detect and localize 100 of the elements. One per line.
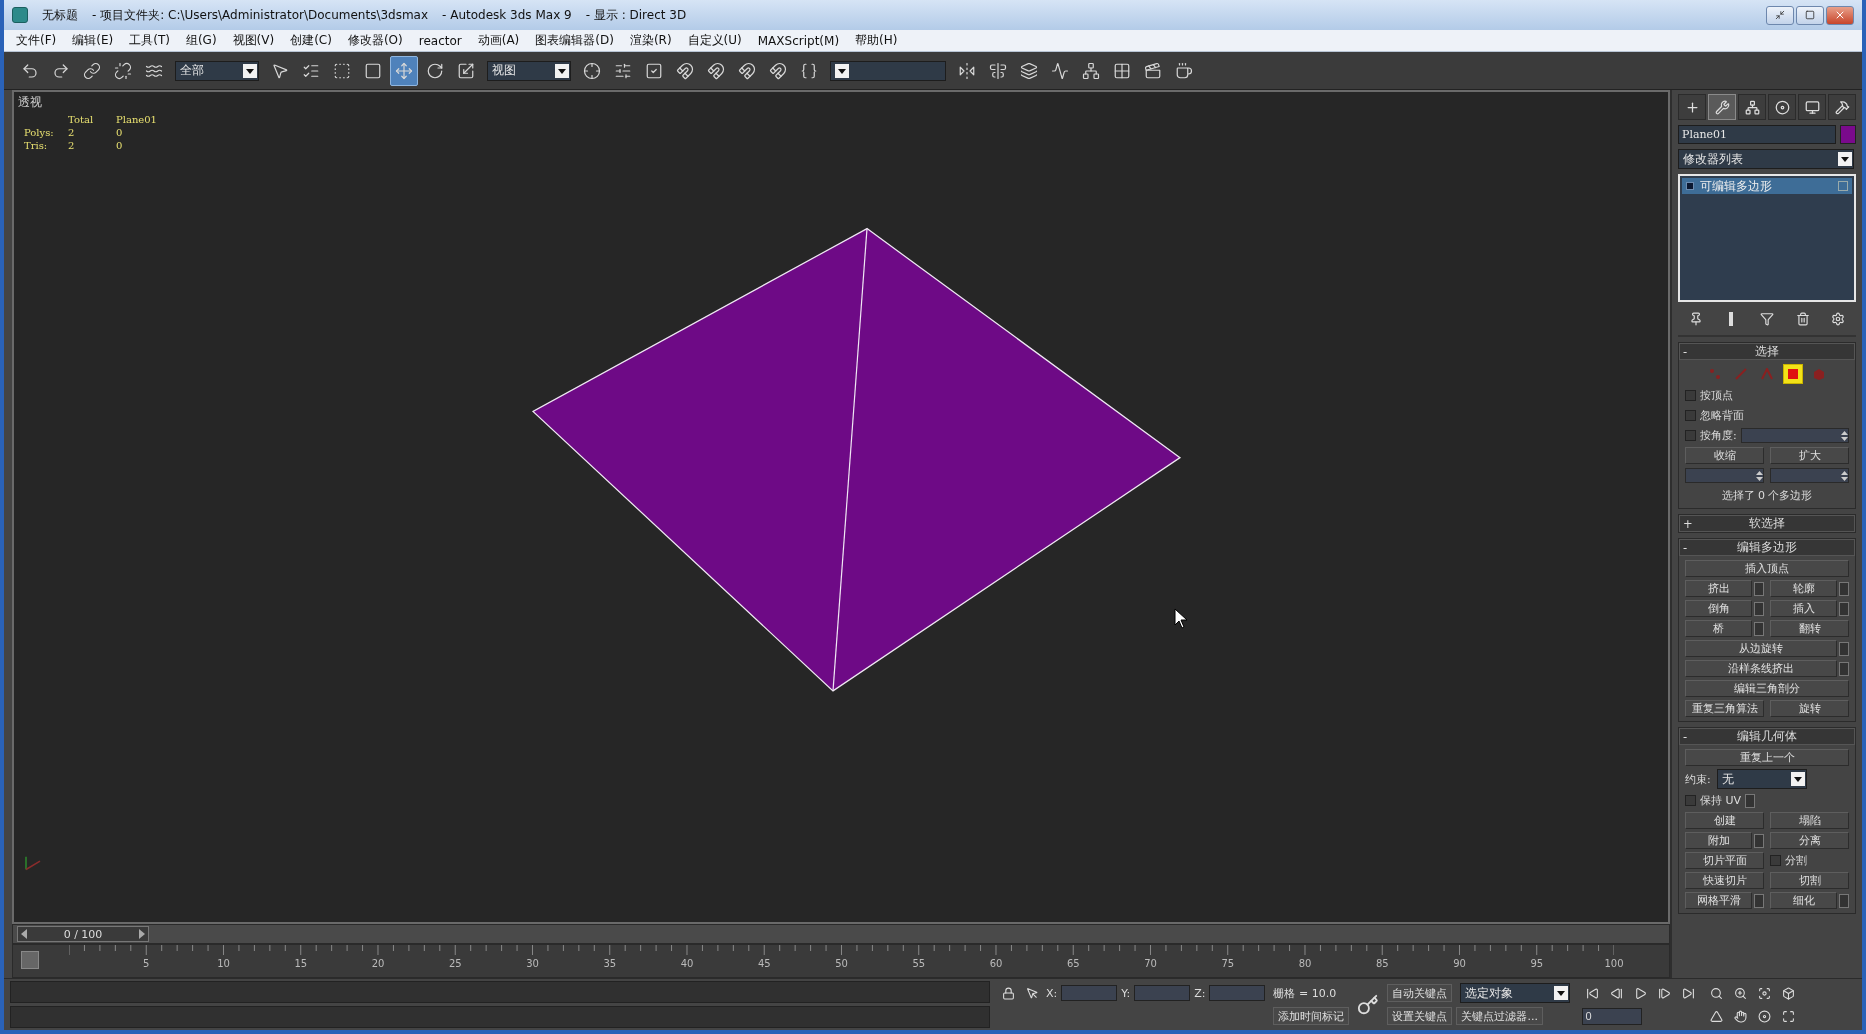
panel-button[interactable]: 轮廓 [1770, 580, 1837, 597]
settings-button[interactable] [1839, 661, 1849, 676]
viewport-label[interactable]: 透视 [18, 94, 42, 111]
spinner-field[interactable] [1685, 468, 1764, 483]
set-key-button[interactable]: 设置关键点 [1387, 1007, 1453, 1025]
checkbox[interactable] [1685, 795, 1696, 806]
menu-item[interactable]: 自定义(U) [687, 32, 742, 49]
panel-button[interactable]: 收缩 [1685, 447, 1764, 464]
toolbar-dropdown[interactable] [830, 60, 946, 81]
maximize-icon [1781, 1009, 1795, 1023]
menu-item[interactable]: 动画(A) [477, 32, 520, 49]
menu-item[interactable]: 文件(F) [16, 32, 57, 49]
menu-item[interactable]: 创建(C) [290, 32, 332, 49]
settings-button[interactable] [1839, 893, 1849, 908]
menu-item[interactable]: 帮助(H) [855, 32, 898, 49]
checkbox[interactable] [1685, 410, 1696, 421]
object-name-field[interactable]: Plane01 [1678, 125, 1836, 144]
perspective-viewport[interactable]: 透视 Total Plane01 Polys: 2 0 Tris: 2 0 [12, 90, 1670, 924]
prompt-field[interactable] [10, 1006, 990, 1028]
panel-button[interactable]: 重复三角算法 [1685, 700, 1764, 717]
rollout-header[interactable]: - 编辑几何体 [1679, 728, 1855, 745]
panel-button[interactable]: 快速切片 [1685, 872, 1764, 889]
menu-item[interactable]: 图表编辑器(D) [535, 32, 614, 49]
panel-button[interactable]: 创建 [1685, 812, 1764, 829]
panel-button[interactable]: 编辑三角剖分 [1685, 680, 1849, 697]
polygon-level-button[interactable] [1783, 364, 1803, 384]
stack-item[interactable]: 可编辑多边形 [1682, 178, 1852, 194]
checkbox[interactable] [1770, 855, 1781, 866]
panel-button[interactable]: 分离 [1770, 832, 1849, 849]
settings-button[interactable] [1839, 581, 1849, 596]
panel-button[interactable]: 附加 [1685, 832, 1752, 849]
toolbar-dropdown[interactable]: 全部 [175, 60, 259, 81]
rollout-header[interactable]: + 软选择 [1679, 515, 1855, 532]
coordinate-field[interactable] [1209, 985, 1266, 1001]
panel-button[interactable]: 挤出 [1685, 580, 1752, 597]
spinner-field[interactable] [1770, 468, 1849, 483]
coordinate-field[interactable] [1061, 985, 1118, 1001]
panel-button[interactable]: 细化 [1770, 892, 1837, 909]
move-button[interactable] [390, 55, 418, 86]
close-button[interactable] [1826, 5, 1854, 25]
coordinate-field[interactable] [1134, 985, 1191, 1001]
panel-button[interactable]: 切割 [1770, 872, 1849, 889]
display-tab[interactable] [1798, 94, 1826, 120]
modifier-list-dropdown[interactable]: 修改器列表 [1678, 149, 1854, 169]
curve-icon [1051, 61, 1069, 80]
settings-button[interactable] [1745, 793, 1756, 808]
clapperboard-icon [1144, 61, 1162, 80]
mirror-icon [958, 61, 976, 80]
panel-button[interactable]: 插入 [1770, 600, 1837, 617]
time-slider-thumb[interactable]: 0 / 100 [17, 926, 149, 942]
motion-tab[interactable] [1768, 94, 1796, 120]
key-mode-dropdown[interactable]: 选定对象 [1460, 983, 1571, 1003]
key-filters-button[interactable]: 关键点过滤器... [1456, 1007, 1543, 1025]
spinner-field[interactable] [1740, 428, 1849, 443]
menu-item[interactable]: MAXScript(M) [757, 33, 840, 48]
checkbox[interactable] [1685, 390, 1696, 401]
maximize-button[interactable] [1796, 5, 1824, 25]
menu-item[interactable]: 视图(V) [232, 32, 275, 49]
menu-item[interactable]: 组(G) [185, 32, 217, 49]
toolbar-dropdown[interactable]: 视图 [487, 60, 571, 81]
panel-button[interactable]: 旋转 [1770, 700, 1849, 717]
rollout-header[interactable]: - 编辑多边形 [1679, 539, 1855, 556]
checkbox[interactable] [1685, 430, 1696, 441]
panel-button[interactable]: 重复上一个 [1685, 749, 1849, 766]
minimize-button[interactable] [1766, 5, 1794, 25]
create-tab[interactable] [1678, 94, 1706, 120]
menu-item[interactable]: 渲染(R) [629, 32, 672, 49]
frame-field[interactable]: 0 [1582, 1007, 1643, 1025]
panel-button[interactable]: 从边旋转 [1685, 640, 1837, 657]
settings-button[interactable] [1754, 893, 1764, 908]
settings-button[interactable] [1839, 641, 1849, 656]
constraint-dropdown[interactable]: 无 [1716, 769, 1807, 789]
menu-item[interactable]: 工具(T) [129, 32, 170, 49]
menu-item[interactable]: 编辑(E) [72, 32, 114, 49]
settings-button[interactable] [1754, 833, 1764, 848]
timeline-ruler[interactable]: 5 10 15 20 25 30 35 40 45 50 55 60 65 70 75 80 85 90 95 100 [12, 944, 1670, 978]
menu-item[interactable]: 修改器(O) [347, 32, 403, 49]
panel-button[interactable]: 塌陷 [1770, 812, 1849, 829]
panel-button[interactable]: 倒角 [1685, 600, 1752, 617]
rollout-header[interactable]: - 选择 [1679, 343, 1855, 360]
utilities-tab[interactable] [1828, 94, 1856, 120]
panel-button[interactable]: 沿样条线挤出 [1685, 660, 1837, 677]
panel-button[interactable]: 翻转 [1770, 620, 1849, 637]
modify-tab[interactable] [1708, 94, 1736, 120]
hierarchy-tab[interactable] [1738, 94, 1766, 120]
panel-button[interactable]: 网格平滑 [1685, 892, 1752, 909]
panel-button[interactable]: 扩大 [1770, 447, 1849, 464]
menu-item[interactable]: reactor [418, 33, 462, 48]
settings-button[interactable] [1839, 601, 1849, 616]
add-time-tag-button[interactable]: 添加时间标记 [1273, 1007, 1350, 1025]
settings-button[interactable] [1754, 601, 1764, 616]
auto-key-button[interactable]: 自动关键点 [1387, 984, 1453, 1002]
settings-button[interactable] [1754, 581, 1764, 596]
settings-button[interactable] [1754, 621, 1764, 636]
panel-button[interactable]: 插入顶点 [1685, 560, 1849, 577]
object-color-swatch[interactable] [1840, 125, 1856, 144]
panel-button[interactable]: 切片平面 [1685, 852, 1764, 869]
stats-value: 0 [116, 127, 124, 138]
script-listener-field[interactable] [10, 981, 990, 1003]
panel-button[interactable]: 桥 [1685, 620, 1752, 637]
